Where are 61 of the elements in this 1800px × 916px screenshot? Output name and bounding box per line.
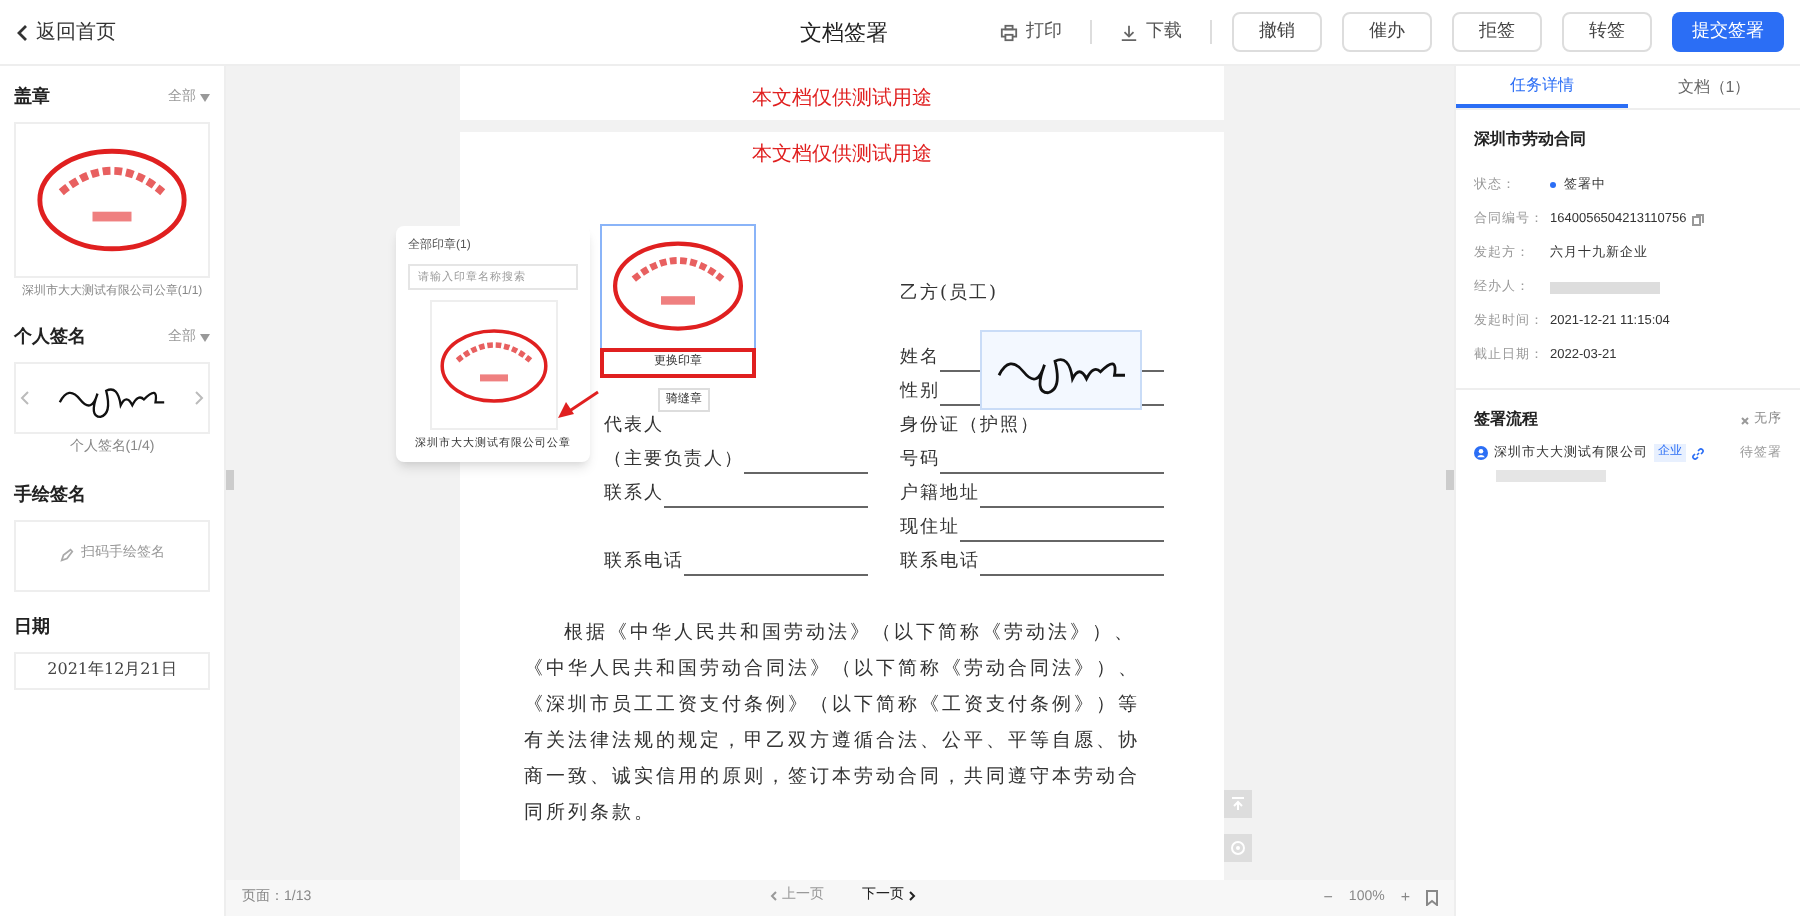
arrow-up-icon <box>1230 796 1246 812</box>
print-button[interactable]: 打印 <box>992 18 1070 46</box>
party-label: 乙方(员工) <box>900 284 999 304</box>
field-label: 现住址 <box>900 515 960 541</box>
stamp-drawing <box>610 238 746 334</box>
chevron-left-icon <box>20 388 30 408</box>
chevron-left-icon <box>16 23 28 41</box>
person-icon <box>1474 446 1488 461</box>
section-title: 日期 <box>14 613 50 640</box>
field-label: 姓名 <box>900 345 940 371</box>
field-label: 联系人 <box>604 481 664 507</box>
chevron-right-icon <box>908 890 916 903</box>
bookmark-icon <box>1426 890 1438 906</box>
target-icon <box>1230 840 1246 856</box>
action-button[interactable]: 转签 <box>1562 12 1652 52</box>
section-title: 签署流程 <box>1474 408 1538 432</box>
back-link[interactable]: 返回首页 <box>16 17 116 47</box>
action-button[interactable]: 拒签 <box>1452 12 1542 52</box>
link-icon <box>1692 447 1704 460</box>
field-label: （主要负责人） <box>604 447 744 473</box>
section-title: 个人签名 <box>14 324 86 351</box>
page-title: 文档签署 <box>800 19 888 50</box>
contract-paragraph: 根据《中华人民共和国劳动法》（以下简称《劳动法》）、《中华人民共和国劳动合同法》（以下简称《劳动合同法》）、《深圳市员工工资支付条例》（以下简称《工资支付条例》）等有关法律法规的规定，甲乙双方遵循合法、公平、平等自愿、协商一致、诚实信用的原则，签订本劳动合同，共同遵守本劳动合同所列条款。 <box>522 620 1142 828</box>
printer-icon <box>1000 23 1018 41</box>
seal-option[interactable] <box>429 300 557 430</box>
pencil-icon <box>59 548 73 562</box>
collapse-handle[interactable] <box>1446 470 1454 490</box>
cross-icon <box>1740 415 1750 425</box>
field-label: 身份证（护照） <box>900 413 1040 439</box>
action-button[interactable]: 撤销 <box>1232 12 1322 52</box>
redacted-value <box>1550 281 1660 293</box>
field-label: 号码 <box>900 447 940 473</box>
field-label: 代表人 <box>604 413 664 439</box>
download-icon <box>1120 23 1138 41</box>
tab[interactable]: 任务详情 <box>1456 66 1628 108</box>
field-label: 联系电话 <box>604 549 684 575</box>
field-label: 联系电话 <box>900 549 980 575</box>
arrow-icon <box>556 390 600 422</box>
field-label: 户籍地址 <box>900 481 980 507</box>
seal-card[interactable] <box>14 122 210 278</box>
chevron-left-icon <box>770 890 778 903</box>
section-title: 手绘签名 <box>14 481 86 508</box>
chevron-right-icon <box>194 388 204 408</box>
watermark-text: 本文档仅供测试用途 <box>752 85 932 114</box>
tab[interactable]: 文档（1） <box>1628 66 1800 108</box>
date-field[interactable]: 2021年12月21日 <box>14 651 210 689</box>
action-button[interactable]: 催办 <box>1342 12 1432 52</box>
stamp-drawing <box>437 325 549 405</box>
caret-icon <box>200 334 210 342</box>
signature-card[interactable] <box>14 362 210 434</box>
copy-icon <box>1692 213 1705 225</box>
collapse-handle[interactable] <box>226 470 234 490</box>
field-label: 性别 <box>900 379 940 405</box>
submit-button[interactable]: 提交签署 <box>1672 12 1784 52</box>
redacted-value <box>1496 469 1606 482</box>
contract-title: 深圳市劳动合同 <box>1474 128 1588 152</box>
placed-signature[interactable] <box>980 330 1142 410</box>
download-button[interactable]: 下载 <box>1112 18 1190 46</box>
watermark-text: 本文档仅供测试用途 <box>752 141 932 170</box>
section-title: 盖章 <box>14 84 50 111</box>
caret-icon <box>200 94 210 102</box>
